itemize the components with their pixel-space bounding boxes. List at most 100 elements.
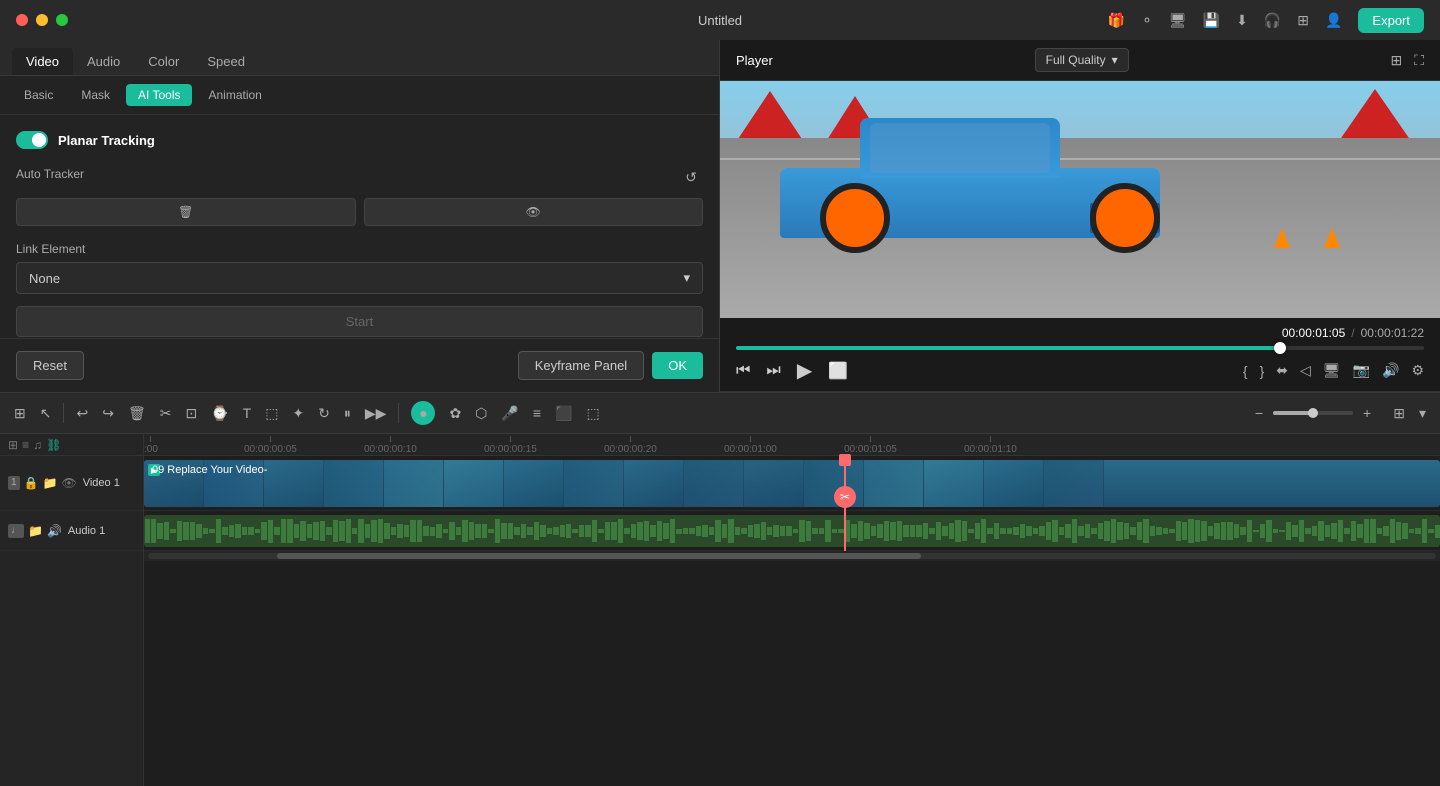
audio-track-volume-btn[interactable]: 🔊	[47, 524, 62, 538]
scrollbar-thumb[interactable]	[277, 553, 921, 559]
screenshot-icon[interactable]: 📷	[1353, 362, 1370, 379]
fullscreen-icon[interactable]: ⛶	[1414, 52, 1424, 69]
headphone-icon[interactable]: 🎧	[1264, 12, 1281, 29]
gift-icon[interactable]: 🎁	[1108, 12, 1125, 29]
subtab-basic[interactable]: Basic	[12, 84, 65, 106]
wave-bar	[748, 525, 753, 538]
export-button[interactable]: Export	[1358, 8, 1424, 33]
tab-audio[interactable]: Audio	[73, 48, 134, 75]
progress-thumb[interactable]	[1274, 342, 1286, 354]
play-btn[interactable]: ▶	[797, 358, 812, 383]
crop-tool-btn[interactable]: ⊡	[179, 401, 203, 426]
pointer-btn[interactable]: ↖	[34, 401, 58, 426]
reset-button[interactable]: Reset	[16, 351, 84, 380]
monitor-icon[interactable]: 🖥	[1169, 12, 1187, 29]
audio-clip[interactable]	[144, 515, 1440, 547]
redo-btn[interactable]: ↪	[96, 401, 120, 426]
progress-bar[interactable]	[736, 346, 1424, 350]
ai-cutout-btn[interactable]: ✦	[286, 401, 310, 426]
speed-tool-btn[interactable]: ⌚	[205, 401, 234, 426]
grid-icon[interactable]: ⊞	[1297, 12, 1309, 29]
save-icon[interactable]: 💾	[1203, 12, 1220, 29]
wave-bar	[1065, 524, 1070, 538]
frame-back-btn[interactable]: ⏭	[766, 362, 780, 380]
freeze-btn[interactable]: ⏸	[338, 401, 357, 426]
wave-bar	[754, 524, 759, 538]
crop-icon[interactable]: ⬌	[1276, 362, 1288, 379]
tracker-delete-btn[interactable]: 🗑	[16, 198, 356, 226]
layout-icon[interactable]: ⊞	[1390, 52, 1402, 69]
audio-track-add-btn[interactable]: 📁	[28, 524, 43, 538]
prev-icon[interactable]: ◁	[1300, 362, 1311, 379]
rotate-btn[interactable]: ↻	[312, 401, 336, 426]
cut-btn[interactable]: ✂	[154, 401, 178, 426]
tab-color[interactable]: Color	[134, 48, 193, 75]
reset-tracker-icon[interactable]: ↺	[679, 165, 703, 190]
monitor-out-icon[interactable]: 🖥	[1323, 362, 1341, 379]
wave-bar	[553, 527, 558, 536]
wave-bar	[229, 525, 234, 537]
more-options-btn[interactable]: ▾	[1413, 401, 1432, 426]
traffic-lights[interactable]	[16, 14, 68, 26]
subtitle-btn[interactable]: ≡	[527, 401, 547, 425]
mask-btn[interactable]: ⬡	[469, 401, 493, 426]
audio-btn[interactable]: 🎤	[495, 401, 524, 426]
link-btn[interactable]: ⛓	[46, 438, 61, 452]
planar-tracking-toggle[interactable]	[16, 131, 48, 149]
video-track-add-btn[interactable]: 📁	[43, 476, 58, 490]
player-header: Player Full Quality ▾ ⊞ ⛶	[720, 40, 1440, 81]
zoom-in-btn[interactable]: +	[1357, 401, 1377, 425]
wave-bar	[683, 528, 688, 534]
smart-select-btn[interactable]: ⊞	[8, 401, 32, 426]
bracket-right-icon[interactable]: }	[1260, 363, 1265, 379]
record-btn[interactable]: ●	[405, 397, 441, 429]
timeline-scrollbar[interactable]	[144, 551, 1440, 561]
zoom-slider[interactable]	[1273, 411, 1353, 415]
scrollbar-track[interactable]	[148, 553, 1436, 559]
undo-btn[interactable]: ↩	[70, 401, 94, 426]
audio-track-btn[interactable]: ♫	[33, 438, 42, 452]
circle-icon[interactable]: ⚬	[1141, 12, 1153, 29]
wave-bar	[1221, 522, 1226, 541]
wave-bar	[1422, 519, 1427, 543]
wave-bar	[281, 519, 286, 544]
adjust-btn[interactable]: ✿	[443, 401, 467, 426]
delete-btn[interactable]: 🗑	[122, 401, 152, 426]
settings-icon[interactable]: ⚙	[1411, 362, 1424, 379]
scissors-icon[interactable]: ✂	[834, 486, 856, 508]
download-icon[interactable]: ⬇	[1236, 12, 1248, 29]
avatar-icon[interactable]: 👤	[1325, 12, 1342, 29]
video-track-eye-btn[interactable]: 👁	[61, 476, 76, 490]
video-clip[interactable]: ▶ 09 Replace Your Video-	[144, 460, 1440, 507]
add-track-btn[interactable]: ⊞	[8, 438, 18, 452]
zoom-out-btn[interactable]: −	[1249, 401, 1269, 425]
video-track-lock-btn[interactable]: 🔒	[24, 476, 39, 490]
subtitle-track-btn[interactable]: ≡	[22, 438, 29, 452]
close-btn[interactable]	[16, 14, 28, 26]
transition-btn[interactable]: ⬚	[580, 401, 605, 426]
quality-dropdown[interactable]: Full Quality ▾	[1035, 48, 1129, 72]
text-btn[interactable]: T	[237, 401, 258, 425]
keyframe-panel-button[interactable]: Keyframe Panel	[518, 351, 645, 380]
panel-footer: Reset Keyframe Panel OK	[0, 338, 719, 392]
bracket-left-icon[interactable]: {	[1243, 363, 1248, 379]
link-element-dropdown[interactable]: None ▾	[16, 262, 703, 294]
ok-button[interactable]: OK	[652, 352, 703, 379]
subtab-aitools[interactable]: AI Tools	[126, 84, 192, 106]
tracker-eye-btn[interactable]: 👁	[364, 198, 704, 226]
layout-btn[interactable]: ⊞	[1387, 401, 1411, 426]
maximize-btn[interactable]	[56, 14, 68, 26]
minimize-btn[interactable]	[36, 14, 48, 26]
right-panel: Player Full Quality ▾ ⊞ ⛶	[720, 40, 1440, 392]
effect-btn[interactable]: ⬛	[549, 401, 578, 426]
transform-btn[interactable]: ⬚	[259, 401, 284, 426]
more-btn[interactable]: ▶▶	[359, 401, 393, 426]
aspect-ratio-btn[interactable]: ⬜	[828, 361, 848, 381]
start-button[interactable]: Start	[16, 306, 703, 337]
step-back-btn[interactable]: ⏮	[736, 362, 750, 380]
tab-video[interactable]: Video	[12, 48, 73, 75]
tab-speed[interactable]: Speed	[193, 48, 259, 75]
subtab-mask[interactable]: Mask	[69, 84, 122, 106]
volume-icon[interactable]: 🔊	[1382, 362, 1399, 379]
subtab-animation[interactable]: Animation	[196, 84, 273, 106]
